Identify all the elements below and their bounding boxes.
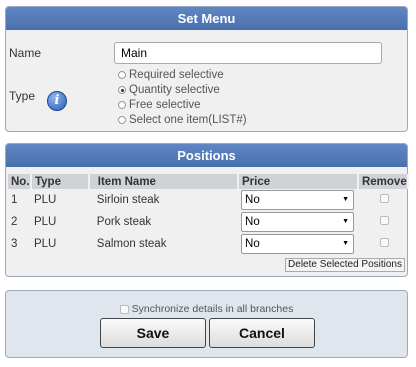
- info-icon[interactable]: i: [47, 91, 67, 111]
- radio-label: Required selective: [129, 69, 224, 81]
- radio-free-selective[interactable]: Free selective: [118, 98, 201, 112]
- radio-icon[interactable]: [118, 71, 126, 79]
- radio-quantity-selective[interactable]: Quantity selective: [118, 83, 220, 97]
- table-row: 2 PLU Pork steak No ▼: [8, 211, 408, 233]
- row-type: PLU: [33, 238, 57, 250]
- radio-label: Quantity selective: [129, 84, 220, 96]
- price-select-value: No: [245, 216, 260, 228]
- radio-icon[interactable]: [118, 101, 126, 109]
- name-input[interactable]: Main: [114, 42, 382, 64]
- column-header-no: No.: [8, 174, 32, 189]
- row-type: PLU: [33, 216, 57, 228]
- row-no: 2: [11, 216, 18, 228]
- chevron-down-icon: ▼: [342, 196, 350, 203]
- row-no: 1: [11, 194, 18, 206]
- set-menu-title: Set Menu: [6, 7, 407, 30]
- cancel-button[interactable]: Cancel: [209, 318, 315, 348]
- radio-required-selective[interactable]: Required selective: [118, 68, 224, 82]
- row-remove-cell: [358, 233, 408, 255]
- table-row: 3 PLU Salmon steak No ▼: [8, 233, 408, 255]
- radio-label: Free selective: [129, 99, 201, 111]
- row-price-cell: No ▼: [238, 211, 358, 233]
- price-select-value: No: [245, 194, 260, 206]
- row-item-name: Sirloin steak: [96, 194, 160, 206]
- table-header-row: No. Type Item Name Price Remove: [8, 174, 410, 189]
- row-price-cell: No ▼: [238, 233, 358, 255]
- row-item-name: Salmon steak: [96, 238, 167, 250]
- remove-checkbox[interactable]: [379, 194, 389, 203]
- footer-panel: Synchronize details in all branches Save…: [5, 290, 408, 358]
- remove-checkbox[interactable]: [379, 216, 389, 225]
- positions-table: No. Type Item Name Price Remove 1 PLU Si…: [8, 174, 410, 255]
- column-header-price: Price: [238, 174, 359, 189]
- row-no: 3: [11, 238, 18, 250]
- radio-label: Select one item(LIST#): [129, 114, 247, 126]
- save-button[interactable]: Save: [100, 318, 206, 348]
- column-header-type: Type: [30, 174, 90, 189]
- row-item-name: Pork steak: [96, 216, 152, 228]
- row-price-cell: No ▼: [238, 189, 358, 211]
- positions-panel: Positions No. Type Item Name Price Remov…: [5, 143, 410, 277]
- name-label: Name: [9, 46, 42, 60]
- remove-checkbox[interactable]: [379, 238, 389, 247]
- set-menu-panel: Set Menu Name Main Type i Required selec…: [5, 6, 408, 132]
- chevron-down-icon: ▼: [342, 218, 350, 225]
- sync-checkbox[interactable]: [119, 304, 129, 314]
- price-select[interactable]: No ▼: [241, 234, 355, 254]
- type-label: Type: [9, 89, 36, 103]
- column-header-remove: Remove: [357, 174, 410, 189]
- radio-icon[interactable]: [118, 86, 126, 94]
- price-select[interactable]: No ▼: [241, 212, 355, 232]
- radio-select-one-item[interactable]: Select one item(LIST#): [118, 113, 247, 127]
- sync-label: Synchronize details in all branches: [131, 303, 294, 315]
- column-header-item-name: Item Name: [88, 174, 240, 189]
- delete-selected-positions-button[interactable]: Delete Selected Positions: [285, 258, 405, 272]
- row-remove-cell: [358, 211, 408, 233]
- radio-icon[interactable]: [118, 116, 126, 124]
- chevron-down-icon: ▼: [342, 240, 350, 247]
- price-select[interactable]: No ▼: [241, 190, 355, 210]
- row-type: PLU: [33, 194, 57, 206]
- positions-title: Positions: [6, 144, 407, 167]
- sync-branches-option[interactable]: Synchronize details in all branches: [6, 303, 407, 315]
- price-select-value: No: [245, 238, 260, 250]
- row-remove-cell: [358, 189, 408, 211]
- table-row: 1 PLU Sirloin steak No ▼: [8, 189, 408, 211]
